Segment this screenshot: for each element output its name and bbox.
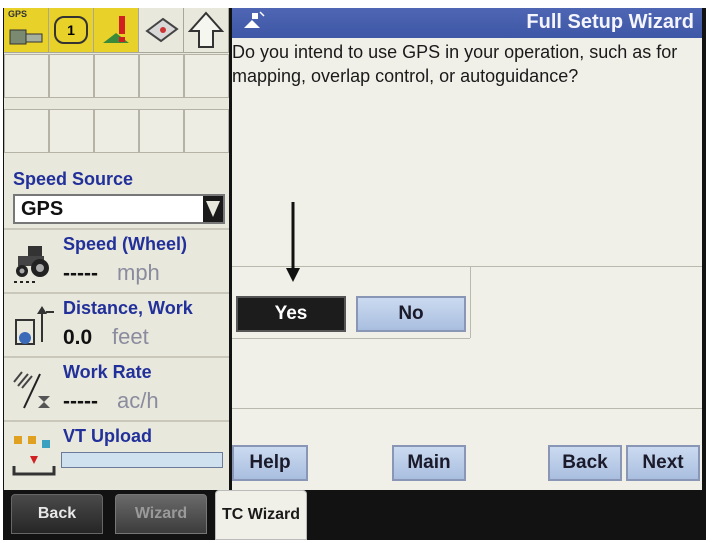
shortcut-row-1 [4, 54, 229, 98]
gps-receiver-button[interactable]: GPS [4, 8, 49, 53]
tractor-icon [14, 246, 49, 283]
down-arrow-indicator-icon [286, 202, 300, 282]
satellite-icon [244, 11, 265, 28]
alarm-icon [103, 16, 129, 43]
main-button[interactable]: Main [392, 445, 466, 481]
vt-upload-readout: VT Upload [4, 420, 229, 490]
next-button[interactable]: Next [626, 445, 700, 481]
shortcut-slot[interactable] [94, 54, 139, 98]
shortcut-slot[interactable] [184, 54, 229, 98]
wizard-title-bar: Full Setup Wizard [232, 8, 702, 38]
work-rate-unit: ac/h [117, 388, 159, 413]
tab-back[interactable]: Back [11, 494, 103, 534]
speed-source-dropdown[interactable]: GPS [13, 194, 225, 224]
back-button[interactable]: Back [548, 445, 622, 481]
distance-title: Distance, Work [63, 298, 193, 318]
distance-unit: feet [112, 324, 149, 349]
speed-title: Speed (Wheel) [63, 234, 188, 254]
vt-upload-title: VT Upload [63, 426, 152, 446]
wizard-question: Do you intend to use GPS in your operati… [232, 42, 678, 86]
book-icon [145, 17, 179, 43]
speed-unit: mph [117, 260, 160, 285]
speed-readout: Speed (Wheel) ----- mph [4, 228, 229, 292]
tab-wizard[interactable]: Wizard [115, 494, 207, 534]
distance-counter-icon [15, 306, 54, 345]
book-button[interactable] [139, 8, 184, 53]
help-button[interactable]: Help [232, 445, 308, 481]
shortcut-slot[interactable] [139, 54, 184, 98]
shortcut-slot[interactable] [139, 109, 184, 153]
up-button[interactable] [184, 8, 229, 53]
satellite-dish-icon [9, 29, 43, 45]
wizard-title: Full Setup Wizard [526, 11, 694, 33]
shortcut-row-2 [4, 109, 229, 153]
vt-upload-icon [12, 436, 56, 476]
shortcut-slot[interactable] [4, 54, 49, 98]
distance-value: 0.0 [63, 326, 93, 349]
implement-icon: 1 [54, 16, 88, 44]
up-arrow-icon [188, 11, 224, 48]
implement-number: 1 [67, 22, 75, 38]
no-button[interactable]: No [356, 296, 466, 332]
distance-readout: Distance, Work 0.0 feet [4, 292, 229, 356]
bottom-tab-bar: Back Wizard TC Wizard [3, 490, 706, 540]
work-rate-icon [13, 371, 50, 409]
vt-upload-progress-bar [61, 452, 223, 468]
toolbar: GPS 1 [4, 8, 229, 53]
work-rate-readout: Work Rate ----- ac/h [4, 356, 229, 420]
wizard-panel: Full Setup Wizard Do you intend to use G… [232, 8, 702, 490]
screen-bezel-gap [496, 0, 720, 6]
divider [470, 266, 471, 338]
alarm-button[interactable] [94, 8, 139, 53]
shortcut-slot[interactable] [4, 109, 49, 153]
divider [232, 408, 702, 409]
tab-tc-wizard[interactable]: TC Wizard [215, 490, 307, 540]
dropdown-arrow-icon[interactable] [203, 196, 223, 222]
divider [232, 266, 702, 267]
left-status-panel: GPS 1 Speed Source GPS Speed (Wheel) ---… [4, 8, 229, 490]
yes-button[interactable]: Yes [236, 296, 346, 332]
work-rate-value: ----- [63, 390, 98, 413]
shortcut-slot[interactable] [49, 54, 94, 98]
gps-receiver-icon: GPS [8, 9, 28, 19]
speed-value: ----- [63, 262, 98, 285]
speed-source-value: GPS [21, 198, 64, 220]
shortcut-slot[interactable] [94, 109, 139, 153]
implement-button[interactable]: 1 [49, 8, 94, 53]
shortcut-slot[interactable] [184, 109, 229, 153]
work-rate-title: Work Rate [63, 362, 152, 382]
shortcut-slot[interactable] [49, 109, 94, 153]
divider [232, 338, 470, 339]
speed-source-label: Speed Source [13, 169, 134, 189]
